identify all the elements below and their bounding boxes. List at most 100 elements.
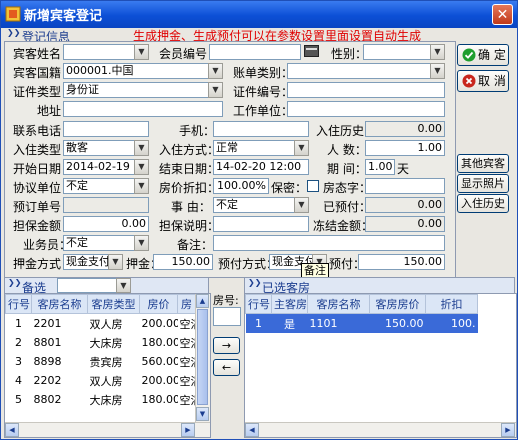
persons-field[interactable]: 1.00: [365, 140, 445, 156]
scroll-down-arrow-icon[interactable]: ▼: [196, 407, 209, 421]
selected-table-row[interactable]: 1 是 1101 150.00 100.: [245, 313, 478, 333]
salesman-dropdown-icon[interactable]: ▼: [134, 235, 149, 251]
move-right-button[interactable]: →: [213, 337, 240, 354]
employer-field[interactable]: [287, 101, 445, 117]
period-field[interactable]: 1.00: [365, 159, 395, 175]
room-no-field[interactable]: [213, 307, 241, 326]
remark-label: 备注：: [177, 238, 214, 252]
confidential-checkbox[interactable]: [307, 180, 319, 192]
scroll-right-arrow-icon[interactable]: ▶: [501, 423, 515, 437]
agreement-unit-dropdown-icon[interactable]: ▼: [134, 178, 149, 194]
backup-table-cell: 4: [15, 374, 22, 387]
backup-collapse-icon[interactable]: ❯❯: [8, 278, 21, 287]
guarantee-amount-field[interactable]: 0.00: [63, 216, 149, 232]
deposit-method-dropdown-icon[interactable]: ▼: [108, 254, 123, 270]
backup-table-cell: 贵宾房: [89, 355, 123, 369]
member-no-field[interactable]: [209, 44, 301, 60]
deposit-field[interactable]: 150.00: [153, 254, 213, 270]
employer-label: 工作单位：: [233, 104, 294, 118]
backup-table-cell: 3: [15, 355, 22, 368]
nationality-dropdown-icon[interactable]: ▼: [208, 63, 223, 79]
address-field[interactable]: [63, 101, 223, 117]
credit-field: 0.00: [365, 216, 445, 232]
backup-scroll-thumb[interactable]: [197, 309, 208, 405]
gender-dropdown-icon[interactable]: ▼: [430, 44, 445, 60]
backup-table-cell: 180.00: [141, 393, 178, 406]
backup-table-cell: 8898: [33, 355, 62, 368]
backup-table-cell: 200.00: [141, 374, 178, 387]
bill-type-dropdown-icon[interactable]: ▼: [430, 63, 445, 79]
backup-table-cell: 1: [15, 317, 22, 330]
selected-column-header[interactable]: 折扣: [425, 294, 478, 314]
backup-column-header[interactable]: 房价: [139, 294, 178, 314]
discount-field[interactable]: 100.00%: [213, 178, 269, 194]
checkin-mode-dropdown-icon[interactable]: ▼: [294, 140, 309, 156]
selected-column-header[interactable]: 客房房价: [369, 294, 426, 314]
backup-table-cell: 2: [15, 336, 22, 349]
prepaid-field: 0.00: [365, 197, 445, 213]
backup-table-cell: 200.00: [141, 317, 178, 330]
id-type-field[interactable]: 身份证: [63, 82, 223, 98]
selected-table-cell: 1101: [309, 317, 338, 330]
backup-table-row[interactable]: 5 8802 大床房 180.00空滔: [6, 390, 196, 409]
start-date-dropdown-icon[interactable]: ▼: [134, 159, 149, 175]
phone-field[interactable]: [63, 121, 149, 137]
app-logo-icon: [5, 6, 21, 22]
scroll-left-arrow-icon[interactable]: ◀: [245, 423, 259, 437]
backup-table-row[interactable]: 4 2202 双人房 200.00空滔: [6, 371, 196, 390]
mobile-field[interactable]: [213, 121, 309, 137]
backup-column-header[interactable]: 房: [177, 294, 196, 314]
cancel-button[interactable]: 取 消: [457, 70, 509, 92]
backup-column-header[interactable]: 客房名称: [31, 294, 88, 314]
selected-horizontal-scrollbar[interactable]: ◀ ▶: [245, 422, 516, 437]
close-button[interactable]: ✕: [492, 4, 513, 25]
bill-type-field[interactable]: [287, 63, 445, 79]
checkin-type-dropdown-icon[interactable]: ▼: [134, 140, 149, 156]
card-reader-icon[interactable]: [304, 44, 319, 58]
selected-column-header[interactable]: 主客房: [271, 294, 308, 314]
other-guests-button[interactable]: 其他宾客: [457, 154, 509, 173]
scroll-right-arrow-icon[interactable]: ▶: [181, 423, 195, 437]
mobile-label: 手机：: [179, 124, 216, 138]
selected-column-header[interactable]: 客房名称: [307, 294, 370, 314]
scroll-left-arrow-icon[interactable]: ◀: [5, 423, 19, 437]
id-type-dropdown-icon[interactable]: ▼: [208, 82, 223, 98]
guest-name-dropdown-icon[interactable]: ▼: [134, 44, 149, 60]
show-photo-button[interactable]: 显示照片: [457, 174, 509, 193]
backup-table-row[interactable]: 3 8898 贵宾房 560.00空滔: [6, 352, 196, 371]
prepay-field[interactable]: 150.00: [358, 254, 445, 270]
confirm-button[interactable]: 确 定: [457, 44, 509, 66]
selected-collapse-icon[interactable]: ❯❯: [248, 278, 261, 287]
reason-dropdown-icon[interactable]: ▼: [294, 197, 309, 213]
id-no-label: 证件编号：: [233, 85, 294, 99]
backup-table-cell: 空滔: [179, 393, 196, 407]
bill-type-label: 账单类别：: [233, 66, 294, 80]
nickname-field[interactable]: [365, 178, 445, 194]
backup-table-cell: 空滔: [179, 336, 196, 350]
backup-table-cell: 双人房: [89, 317, 123, 331]
check-icon: [462, 48, 476, 62]
remark-field[interactable]: [213, 235, 445, 251]
id-no-field[interactable]: [287, 82, 445, 98]
backup-vertical-scrollbar[interactable]: ▲ ▼: [195, 294, 210, 422]
room-no-label: 房号:: [213, 294, 239, 307]
move-left-button[interactable]: ←: [213, 359, 240, 376]
backup-table-cell: 180.00: [141, 336, 178, 349]
cancel-label: 取 消: [478, 74, 506, 88]
backup-table-row[interactable]: 1 2201 双人房 200.00空滔: [6, 314, 196, 334]
backup-column-header[interactable]: 行号: [5, 294, 32, 314]
nationality-field[interactable]: 000001.中国: [63, 63, 223, 79]
backup-table-row[interactable]: 2 8801 大床房 180.00空滔: [6, 333, 196, 352]
selected-column-header[interactable]: 行号: [245, 294, 272, 314]
guarantee-note-field[interactable]: [213, 216, 309, 232]
scroll-up-arrow-icon[interactable]: ▲: [196, 294, 209, 308]
backup-table-cell: 2201: [33, 317, 62, 330]
backup-horizontal-scrollbar[interactable]: ◀ ▶: [5, 422, 210, 437]
end-date-field[interactable]: 14-02-20 12:00: [213, 159, 309, 175]
checkin-history-button[interactable]: 入住历史: [457, 194, 509, 213]
backup-table-cell: 5: [15, 393, 22, 406]
backup-column-header[interactable]: 客房类型: [87, 294, 140, 314]
selected-rooms-table: 行号 主客房 客房名称 客房房价 折扣 1 是 1101 150.00 100. ◀ ▶: [244, 293, 517, 438]
collapse-chevron-icon[interactable]: ❯❯: [7, 28, 20, 37]
backup-filter-dropdown-icon[interactable]: ▼: [116, 278, 131, 293]
